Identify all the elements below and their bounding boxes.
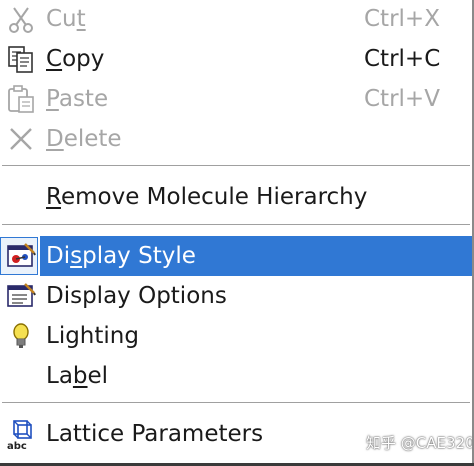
lattice-icon: abc xyxy=(7,420,32,450)
menu-item-paste[interactable]: Paste Ctrl+V xyxy=(0,80,472,118)
lightbulb-icon xyxy=(13,323,29,348)
menu-separator xyxy=(2,224,470,226)
menu-item-cut[interactable]: Cut Ctrl+X xyxy=(0,0,472,38)
delete-x-icon xyxy=(10,128,32,150)
svg-text:abc: abc xyxy=(7,441,27,450)
menu-item-label: Display Options xyxy=(46,283,227,309)
menu-item-label: Delete xyxy=(46,126,122,152)
menu-item-label: Paste xyxy=(46,86,109,112)
menu-item-lighting[interactable]: Lighting xyxy=(0,317,472,355)
context-menu: Cut Ctrl+X Copy Ctrl+C Paste Ctrl+V Dele… xyxy=(0,0,474,466)
shortcut-text: Ctrl+X xyxy=(364,6,440,32)
menu-separator xyxy=(2,165,470,167)
display-style-icon xyxy=(7,243,36,267)
menu-item-label: Cut xyxy=(46,6,86,32)
menu-item-label: Remove Molecule Hierarchy xyxy=(46,184,368,210)
menu-item-label-option[interactable]: Label xyxy=(0,357,472,395)
menu-item-label: Label xyxy=(46,363,109,389)
menu-item-display-style[interactable]: Display Style xyxy=(0,237,472,275)
scissors-icon xyxy=(9,7,33,33)
display-options-icon xyxy=(7,283,36,307)
watermark-text: 知乎 @CAE320 xyxy=(366,434,474,452)
shortcut-text: Ctrl+C xyxy=(364,46,441,72)
menu-item-label: Copy xyxy=(46,46,105,72)
menu-separator xyxy=(2,402,470,404)
menu-item-label: Lattice Parameters xyxy=(46,421,264,447)
menu-item-remove-molecule-hierarchy[interactable]: Remove Molecule Hierarchy xyxy=(0,178,472,216)
menu-item-label: Lighting xyxy=(46,323,139,349)
menu-item-copy[interactable]: Copy Ctrl+C xyxy=(0,40,472,78)
menu-item-display-options[interactable]: Display Options xyxy=(0,277,472,315)
copy-icon xyxy=(8,46,33,73)
paste-icon xyxy=(8,85,34,113)
shortcut-text: Ctrl+V xyxy=(364,86,440,112)
menu-item-delete[interactable]: Delete xyxy=(0,120,472,158)
menu-item-label: Display Style xyxy=(46,243,196,269)
